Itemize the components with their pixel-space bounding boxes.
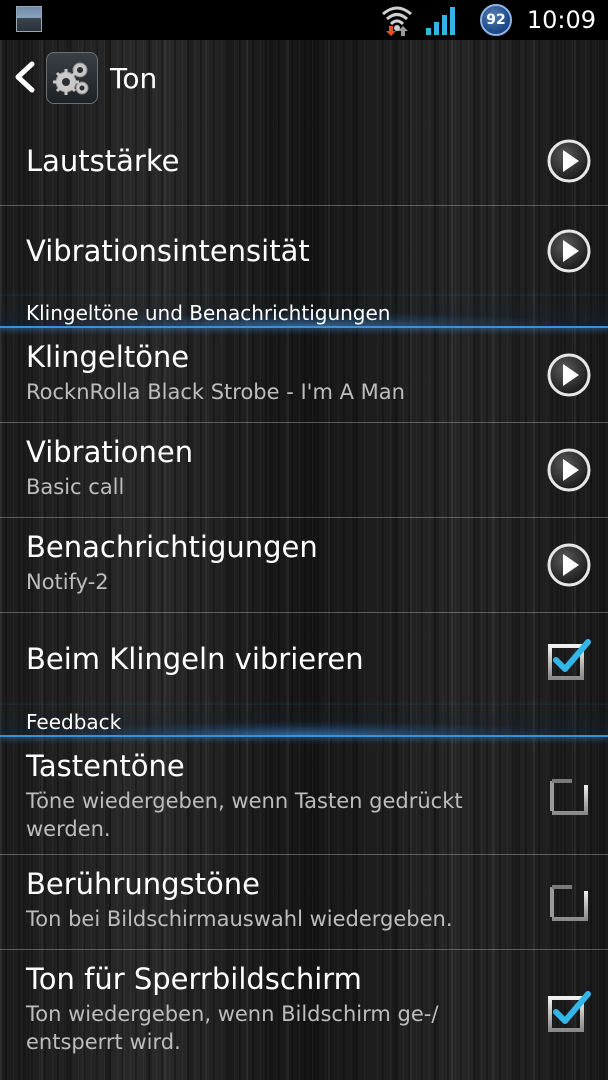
arrow-right-circle-icon[interactable] bbox=[546, 352, 592, 398]
pref-summary: Ton bei Bildschirmauswahl wiedergeben. bbox=[26, 907, 453, 931]
pref-summary: RocknRolla Black Strobe - I'm A Man bbox=[26, 380, 405, 404]
settings-gear-icon[interactable] bbox=[46, 52, 98, 104]
status-bar: 92 10:09 bbox=[0, 0, 608, 40]
pref-title: Lautstärke bbox=[26, 143, 180, 178]
checkbox-checked[interactable] bbox=[546, 636, 592, 682]
arrow-right-circle-icon[interactable] bbox=[546, 447, 592, 493]
action-bar: Ton bbox=[0, 40, 608, 116]
back-chevron-icon[interactable] bbox=[10, 54, 38, 100]
pref-summary: Notify-2 bbox=[26, 570, 109, 594]
pref-summary: Ton wiedergeben, wenn Bildschirm ge-/ en… bbox=[26, 1002, 439, 1054]
pref-vibrationsintensitaet[interactable]: Vibrationsintensität bbox=[0, 206, 608, 296]
checkbox-checked[interactable] bbox=[546, 988, 592, 1034]
category-header-ringtones: Klingeltöne und Benachrichtigungen bbox=[0, 296, 608, 328]
pref-tastentoene[interactable]: Tastentöne Töne wiedergeben, wenn Tasten… bbox=[0, 737, 608, 855]
pref-beruehrungstoene[interactable]: Berührungstöne Ton bei Bildschirmauswahl… bbox=[0, 855, 608, 950]
pref-klingeltoene[interactable]: Klingeltöne RocknRolla Black Strobe - I'… bbox=[0, 328, 608, 423]
pref-beim-klingeln-vibrieren[interactable]: Beim Klingeln vibrieren bbox=[0, 613, 608, 705]
battery-indicator: 92 bbox=[480, 4, 512, 36]
pref-title: Ton für Sperrbildschirm bbox=[26, 962, 362, 996]
arrow-right-circle-icon[interactable] bbox=[546, 228, 592, 274]
pref-benachrichtigungen[interactable]: Benachrichtigungen Notify-2 bbox=[0, 518, 608, 613]
pref-lautstaerke[interactable]: Lautstärke bbox=[0, 116, 608, 206]
pref-title: Vibrationen bbox=[26, 435, 194, 469]
page-title: Ton bbox=[110, 62, 158, 95]
pref-title: Vibrationsintensität bbox=[26, 234, 310, 268]
pref-vibrationen[interactable]: Vibrationen Basic call bbox=[0, 423, 608, 518]
pref-title: Tastentöne bbox=[26, 749, 185, 783]
arrow-right-circle-icon[interactable] bbox=[546, 138, 592, 184]
settings-list: Lautstärke Vibrationsintensität Klingelt… bbox=[0, 116, 608, 1072]
signal-strength-icon bbox=[426, 7, 455, 35]
checkbox-unchecked[interactable] bbox=[546, 879, 592, 925]
pref-title: Berührungstöne bbox=[26, 867, 260, 901]
pref-summary: Töne wiedergeben, wenn Tasten gedrückt w… bbox=[26, 789, 463, 841]
gallery-notification-icon bbox=[16, 6, 42, 32]
pref-summary: Basic call bbox=[26, 475, 125, 499]
pref-title: Beim Klingeln vibrieren bbox=[26, 642, 364, 676]
status-clock: 10:09 bbox=[526, 6, 596, 34]
arrow-right-circle-icon[interactable] bbox=[546, 542, 592, 588]
wifi-icon bbox=[382, 6, 412, 36]
pref-title: Klingeltöne bbox=[26, 340, 190, 374]
category-header-feedback: Feedback bbox=[0, 705, 608, 737]
checkbox-unchecked[interactable] bbox=[546, 773, 592, 819]
pref-title: Benachrichtigungen bbox=[26, 530, 318, 564]
pref-sperrbildschirm[interactable]: Ton für Sperrbildschirm Ton wiedergeben,… bbox=[0, 950, 608, 1072]
